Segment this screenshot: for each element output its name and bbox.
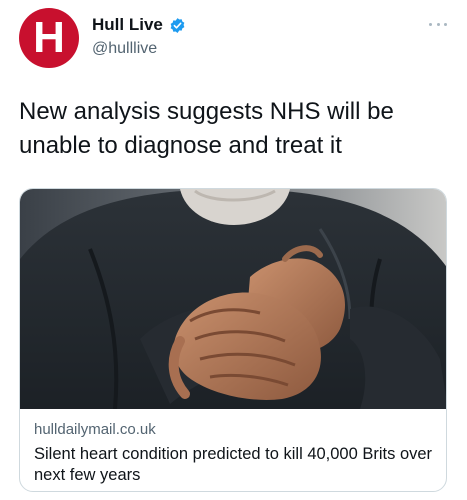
avatar-logo-letter: H	[33, 13, 65, 62]
dot	[444, 22, 447, 26]
card-meta[interactable]: hulldailymail.co.uk Silent heart conditi…	[34, 421, 434, 486]
verified-badge-icon	[170, 17, 185, 33]
card-image[interactable]	[20, 189, 446, 409]
tweet[interactable]: H Hull Live @hulllive New analysis sugge…	[0, 0, 467, 500]
dot	[429, 22, 432, 26]
card-title[interactable]: Silent heart condition predicted to kill…	[34, 444, 434, 486]
account-handle[interactable]: @hulllive	[92, 40, 186, 58]
account-name[interactable]: Hull Live	[92, 15, 163, 35]
elderly-man-clutching-chest-photo	[20, 189, 446, 409]
name-row: Hull Live	[92, 15, 186, 35]
tweet-author: Hull Live @hulllive	[92, 15, 186, 58]
dot	[436, 22, 440, 26]
link-card[interactable]: hulldailymail.co.uk Silent heart conditi…	[19, 188, 447, 492]
tweet-text: New analysis suggests NHS will be unable…	[19, 98, 394, 159]
card-domain[interactable]: hulldailymail.co.uk	[34, 421, 434, 438]
more-options-icon[interactable]	[429, 20, 447, 28]
avatar[interactable]: H	[19, 8, 79, 68]
